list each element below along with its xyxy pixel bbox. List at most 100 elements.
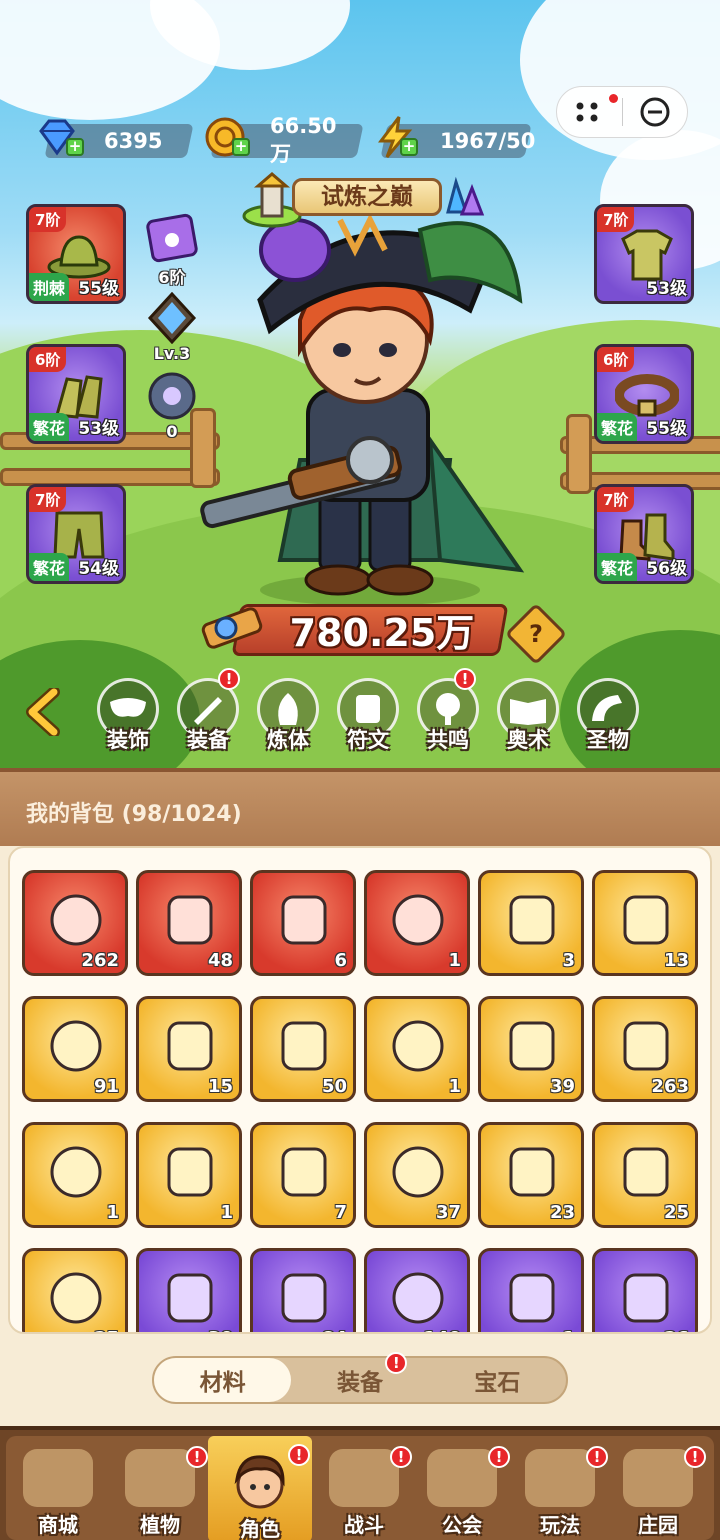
- star-crystal-icon: [147, 292, 197, 344]
- mini-slot-crystal[interactable]: Lv.3: [144, 292, 200, 363]
- add-energy-button[interactable]: +: [400, 138, 418, 156]
- mini-slot-label: 0: [166, 422, 178, 441]
- bag-grid-viewport[interactable]: 2624861313911550139263117372325253084140…: [8, 846, 712, 1334]
- bag-tab-gems[interactable]: 宝石: [429, 1358, 566, 1402]
- bag-item[interactable]: 48: [136, 870, 242, 976]
- equip-slot-gloves[interactable]: 6阶 繁花 53级: [26, 344, 126, 444]
- mini-slot-paw[interactable]: 6阶: [144, 212, 200, 288]
- equip-tier: 6阶: [597, 347, 635, 372]
- nav-plants[interactable]: 植物 !: [112, 1442, 208, 1538]
- bag-item[interactable]: 1: [478, 1248, 584, 1332]
- bag-item[interactable]: 1: [364, 870, 470, 976]
- item-count: 25: [663, 1202, 689, 1223]
- item-count: 1: [562, 1328, 575, 1332]
- bag-item[interactable]: 23: [478, 1122, 584, 1228]
- tab-decoration[interactable]: 装饰: [94, 678, 162, 758]
- mask-icon: [110, 698, 146, 717]
- equip-tier: 7阶: [29, 207, 67, 232]
- equip-tier: 7阶: [597, 487, 635, 512]
- item-count: 1: [448, 1076, 461, 1097]
- item-count: 26: [664, 1328, 689, 1332]
- nav-manor[interactable]: 庄园 !: [610, 1442, 706, 1538]
- tab-rune[interactable]: 符文: [334, 678, 402, 758]
- nav-gameplay[interactable]: 玩法 !: [512, 1442, 608, 1538]
- swords-icon: [329, 1449, 399, 1507]
- equip-tier: 7阶: [29, 487, 67, 512]
- water-drop-icon: [499, 887, 565, 953]
- bag-item[interactable]: 15: [136, 996, 242, 1102]
- mini-slot-label: 6阶: [158, 268, 186, 287]
- bag-item[interactable]: 39: [478, 996, 584, 1102]
- tab-arcane[interactable]: 奥术: [494, 678, 562, 758]
- bag-item[interactable]: 30: [136, 1248, 242, 1332]
- magic-hat-icon: [43, 1013, 109, 1079]
- bag-tab-materials[interactable]: 材料: [154, 1358, 292, 1402]
- bag-item[interactable]: 3: [478, 870, 584, 976]
- alert-badge: !: [385, 1352, 408, 1374]
- hero-character[interactable]: [190, 190, 550, 610]
- bag-item[interactable]: 37: [364, 1122, 470, 1228]
- bag-item[interactable]: 26: [592, 1248, 698, 1332]
- nav-battle[interactable]: 战斗 !: [316, 1442, 412, 1538]
- alert-badge: !: [454, 668, 476, 690]
- gold-value: 66.50万: [270, 114, 337, 166]
- bag-item[interactable]: 6: [250, 870, 356, 976]
- tab-label: 符文: [347, 728, 389, 752]
- alert-badge: !: [218, 668, 240, 690]
- nav-label: 植物: [140, 1513, 180, 1537]
- back-arrow-icon[interactable]: [24, 688, 64, 736]
- energy-value: 1967/50: [440, 129, 536, 153]
- item-count: 23: [549, 1202, 575, 1223]
- item-count: 91: [93, 1076, 119, 1097]
- bag-item[interactable]: 25: [592, 1122, 698, 1228]
- tab-relic[interactable]: 圣物: [574, 678, 642, 758]
- bottom-nav-inner: 商城 植物 ! 角色 ! 战斗 ! 公会 ! 玩法 ! 庄园 !: [6, 1436, 714, 1540]
- tab-resonance[interactable]: 共鸣 !: [414, 668, 482, 758]
- tree-icon: [436, 693, 460, 725]
- bag-item[interactable]: 91: [22, 996, 128, 1102]
- fire-prism-icon: [271, 1013, 337, 1079]
- plant-icon: [125, 1449, 195, 1507]
- equip-slot-armor[interactable]: 7阶 53级: [594, 204, 694, 304]
- bag-item[interactable]: 13: [592, 870, 698, 976]
- nav-guild[interactable]: 公会 !: [414, 1442, 510, 1538]
- tab-body-refine[interactable]: 炼体: [254, 678, 322, 758]
- close-miniprogram-button[interactable]: [623, 86, 688, 138]
- trial-peak-banner[interactable]: 试炼之巅: [240, 172, 485, 228]
- gold-key-icon: [157, 1013, 223, 1079]
- bag-item[interactable]: 50: [250, 996, 356, 1102]
- equip-slot-hat[interactable]: 7阶 荆棘 55级: [26, 204, 126, 304]
- equip-slot-pants[interactable]: 7阶 繁花 54级: [26, 484, 126, 584]
- bag-item[interactable]: 7: [250, 1122, 356, 1228]
- fence-post: [566, 414, 592, 494]
- equip-slot-boots[interactable]: 7阶 繁花 56级: [594, 484, 694, 584]
- bag-item[interactable]: 1: [364, 996, 470, 1102]
- nav-shop[interactable]: 商城: [10, 1442, 106, 1538]
- bag-item[interactable]: 84: [250, 1248, 356, 1332]
- add-gems-button[interactable]: +: [66, 138, 84, 156]
- flame-figure-icon: [278, 693, 298, 725]
- item-count: 1: [106, 1202, 119, 1223]
- bag-item[interactable]: 1: [22, 1122, 128, 1228]
- bag-item[interactable]: 262: [22, 870, 128, 976]
- character-avatar-icon: [234, 1455, 285, 1509]
- tab-equipment[interactable]: 装备 !: [174, 668, 242, 758]
- more-menu-button[interactable]: [557, 86, 622, 138]
- equip-slot-belt[interactable]: 6阶 繁花 55级: [594, 344, 694, 444]
- bag-item[interactable]: 140: [364, 1248, 470, 1332]
- tab-label: 奥术: [507, 728, 549, 752]
- nav-character[interactable]: 角色 !: [208, 1436, 312, 1540]
- bag-item[interactable]: 263: [592, 996, 698, 1102]
- mini-slot-orb[interactable]: 0: [144, 370, 200, 441]
- item-count: 1: [220, 1202, 233, 1223]
- nav-label: 商城: [38, 1513, 78, 1537]
- bag-item[interactable]: 1: [136, 1122, 242, 1228]
- bag-item[interactable]: 25: [22, 1248, 128, 1332]
- paw-box-icon: [146, 213, 198, 263]
- add-gold-button[interactable]: +: [232, 138, 250, 156]
- bag-header: 我的背包 (98/1024): [0, 768, 720, 846]
- nav-label: 战斗: [344, 1513, 384, 1537]
- equip-level: 55级: [78, 279, 119, 299]
- bag-tab-equipment[interactable]: 装备 !: [291, 1352, 428, 1402]
- canned-food-icon: [613, 1139, 679, 1205]
